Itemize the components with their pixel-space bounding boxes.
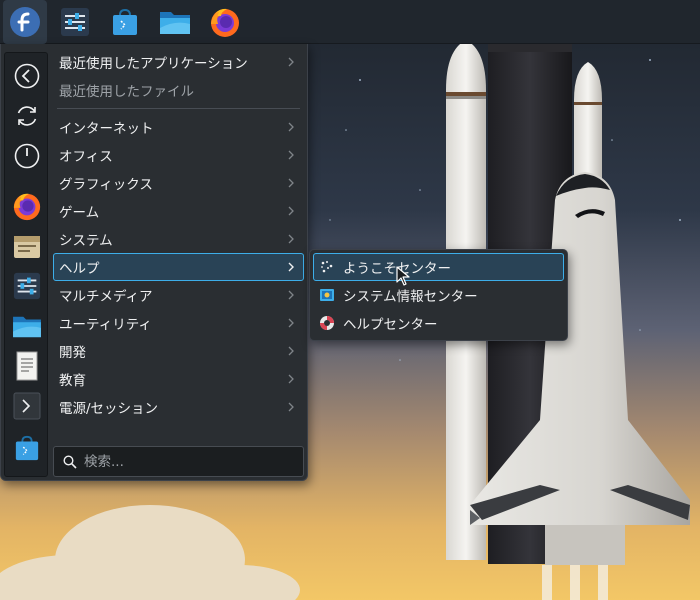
menu-item-education[interactable]: 教育 (53, 365, 304, 393)
menu-item-label: インターネット (59, 121, 154, 137)
favorite-archive-manager[interactable] (10, 229, 44, 263)
application-launcher-button[interactable] (3, 0, 47, 44)
menu-item-games[interactable]: ゲーム (53, 197, 304, 225)
submenu-item-help-center[interactable]: ヘルプセンター (313, 309, 564, 337)
chevron-right-icon (285, 317, 297, 329)
file-manager-folder-icon (13, 316, 41, 338)
power-icon (14, 143, 40, 169)
menu-item-label: ゲーム (59, 205, 100, 221)
menu-item-recent-files[interactable]: 最近使用したファイル (53, 76, 304, 104)
lifebuoy-icon (319, 315, 335, 331)
menu-item-recent-applications[interactable]: 最近使用したアプリケーション (53, 48, 304, 76)
chevron-right-icon (285, 373, 297, 385)
chevron-right-icon (285, 205, 297, 217)
favorite-text-editor[interactable] (10, 349, 44, 383)
menu-item-label: オフィス (59, 149, 113, 165)
menu-item-label: 最近使用したファイル (59, 84, 194, 100)
terminal-icon (13, 392, 41, 420)
menu-item-label: 開発 (59, 345, 86, 361)
software-store-icon (113, 8, 137, 35)
submenu-item-system-info-center[interactable]: システム情報センター (313, 281, 564, 309)
discover-store-launcher[interactable] (103, 0, 147, 44)
favorite-file-manager[interactable] (10, 309, 44, 343)
chevron-right-icon (285, 121, 297, 133)
settings-sliders-icon (61, 7, 89, 36)
menu-item-label: マルチメディア (59, 289, 153, 305)
file-manager-folder-icon (160, 11, 190, 34)
favorite-shutdown-button[interactable] (10, 139, 44, 173)
menu-separator (57, 108, 300, 109)
mouse-pointer-icon (396, 266, 410, 286)
search-input[interactable] (84, 453, 303, 470)
system-info-icon (319, 287, 335, 303)
favorite-discover-store[interactable] (10, 431, 44, 465)
search-icon (63, 454, 77, 469)
system-settings-launcher[interactable] (53, 0, 97, 44)
software-store-icon (15, 435, 39, 461)
submenu-item-welcome-center[interactable]: ようこそセンター (313, 253, 564, 281)
chevron-right-icon (285, 233, 297, 245)
chevron-right-icon (285, 56, 297, 68)
menu-item-label: 最近使用したアプリケーション (59, 56, 248, 72)
help-submenu: ようこそセンター システム情報センター ヘルプセンター (309, 249, 568, 341)
text-document-icon (16, 351, 38, 381)
favorite-terminal[interactable] (10, 389, 44, 423)
firefox-icon (13, 193, 41, 221)
menu-item-utilities[interactable]: ユーティリティ (53, 309, 304, 337)
menu-item-label: システム (59, 233, 113, 249)
menu-item-internet[interactable]: インターネット (53, 113, 304, 141)
top-panel (0, 0, 700, 44)
submenu-item-label: ヘルプセンター (343, 317, 438, 333)
menu-item-office[interactable]: オフィス (53, 141, 304, 169)
chevron-right-icon (285, 289, 297, 301)
back-circle-icon (14, 63, 40, 89)
settings-sliders-icon (13, 272, 41, 300)
dolphin-file-manager-launcher[interactable] (153, 0, 197, 44)
submenu-item-label: システム情報センター (343, 289, 478, 305)
menu-item-help[interactable]: ヘルプ (53, 253, 304, 281)
chevron-right-icon (285, 149, 297, 161)
welcome-dots-icon (319, 259, 335, 275)
firefox-icon (211, 8, 239, 37)
menu-item-graphics[interactable]: グラフィックス (53, 169, 304, 197)
application-launcher-menu: 最近使用したアプリケーション 最近使用したファイル インターネット オフィス グ… (0, 44, 308, 481)
fedora-logo-icon (10, 6, 40, 37)
menu-item-label: ユーティリティ (59, 317, 152, 333)
menu-item-label: ヘルプ (59, 261, 100, 277)
search-field[interactable] (53, 446, 304, 477)
chevron-right-icon (285, 401, 297, 413)
menu-item-power-session[interactable]: 電源/セッション (53, 393, 304, 421)
menu-item-development[interactable]: 開発 (53, 337, 304, 365)
chevron-right-icon (285, 261, 297, 273)
menu-item-system[interactable]: システム (53, 225, 304, 253)
favorite-firefox[interactable] (10, 189, 44, 223)
menu-item-label: 電源/セッション (59, 401, 159, 417)
chevron-right-icon (285, 345, 297, 357)
refresh-icon (17, 106, 37, 126)
firefox-launcher[interactable] (203, 0, 247, 44)
archive-icon (14, 236, 40, 258)
favorite-system-settings[interactable] (10, 269, 44, 303)
favorite-back-button[interactable] (10, 59, 44, 93)
menu-item-multimedia[interactable]: マルチメディア (53, 281, 304, 309)
favorites-sidebar (4, 52, 48, 477)
favorite-restart-button[interactable] (10, 99, 44, 133)
chevron-right-icon (285, 177, 297, 189)
menu-item-label: 教育 (59, 373, 86, 389)
menu-item-label: グラフィックス (59, 177, 153, 193)
